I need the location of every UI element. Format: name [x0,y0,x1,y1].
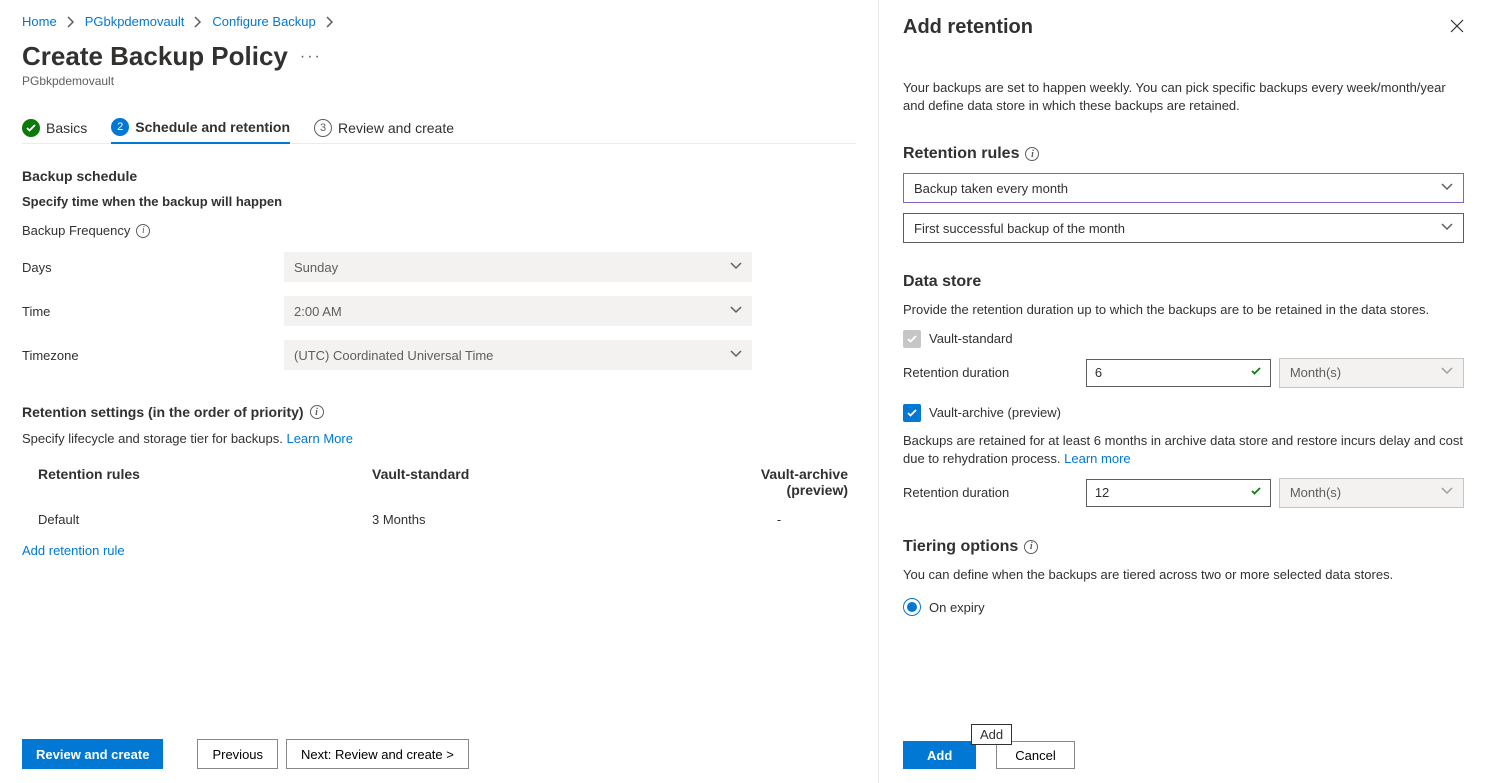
days-label: Days [22,260,284,275]
retention-duration-label: Retention duration [903,365,1078,380]
vault-archive-label: Vault-archive (preview) [929,405,1061,420]
page-title: Create Backup Policy [22,41,288,72]
wizard-steps: Basics 2 Schedule and retention 3 Review… [22,118,856,144]
tiering-options-heading: Tiering options i [903,538,1464,556]
duration-unit-standard-dropdown[interactable]: Month(s) [1279,358,1464,388]
days-dropdown[interactable]: Sunday [284,252,752,282]
retention-settings-heading: Retention settings (in the order of prio… [22,404,856,420]
step-number-icon: 2 [111,118,129,136]
retention-cell: - [702,512,856,527]
vault-standard-checkbox[interactable] [903,330,921,348]
on-expiry-radio[interactable]: On expiry [903,598,1464,616]
page-subtitle: PGbkpdemovault [22,74,856,88]
backup-schedule-heading: Backup schedule [22,168,856,184]
retention-rules-heading: Retention rules i [903,145,1464,163]
days-value: Sunday [294,260,338,275]
retention-duration-label: Retention duration [903,485,1078,500]
chevron-right-icon [192,16,204,28]
chevron-down-icon [1441,485,1453,500]
info-icon[interactable]: i [136,224,150,238]
breadcrumb-vault[interactable]: PGbkpdemovault [85,14,185,29]
footer-bar: Review and create Previous Next: Review … [0,727,878,783]
dropdown-value: Month(s) [1290,485,1341,500]
check-icon [1250,485,1262,500]
add-tooltip: Add [971,724,1012,745]
chevron-down-icon [730,348,742,363]
learn-more-link[interactable]: Learn More [286,431,352,446]
chevron-down-icon [1441,181,1453,196]
retention-settings-desc: Specify lifecycle and storage tier for b… [22,430,856,448]
data-store-desc: Provide the retention duration up to whi… [903,301,1464,319]
retention-duration-archive-input[interactable]: 12 [1086,479,1271,507]
vault-archive-checkbox[interactable] [903,404,921,422]
vault-standard-label: Vault-standard [929,331,1013,346]
time-value: 2:00 AM [294,304,342,319]
chevron-down-icon [1441,221,1453,236]
add-button[interactable]: Add [903,741,976,769]
panel-title: Add retention [903,16,1033,39]
tiering-options-desc: You can define when the backups are tier… [903,566,1464,584]
info-icon[interactable]: i [1024,540,1038,554]
data-store-heading: Data store [903,273,1464,291]
panel-footer: Add Add Cancel [903,733,1464,783]
retention-col-standard: Vault-standard [372,466,702,498]
step-label: Schedule and retention [135,119,290,135]
close-icon[interactable] [1450,17,1464,38]
add-retention-panel: Add retention Your backups are set to ha… [878,0,1488,783]
step-number-icon: 3 [314,119,332,137]
vault-archive-desc: Backups are retained for at least 6 mont… [903,432,1464,468]
retention-cell: 3 Months [372,512,702,527]
time-label: Time [22,304,284,319]
panel-description: Your backups are set to happen weekly. Y… [903,79,1464,115]
cancel-button[interactable]: Cancel [996,741,1074,769]
backup-frequency-label: Backup Frequency i [22,223,284,238]
timezone-dropdown[interactable]: (UTC) Coordinated Universal Time [284,340,752,370]
input-value: 12 [1095,485,1109,500]
backup-schedule-subheading: Specify time when the backup will happen [22,194,856,209]
add-retention-rule-link[interactable]: Add retention rule [22,543,125,558]
info-icon[interactable]: i [1025,147,1039,161]
breadcrumb: Home PGbkpdemovault Configure Backup [22,14,856,29]
input-value: 6 [1095,365,1102,380]
radio-icon [903,598,921,616]
retention-cell: Default [22,512,372,527]
more-actions-icon[interactable]: ··· [300,48,322,66]
retention-rule-criteria-dropdown[interactable]: First successful backup of the month [903,213,1464,243]
learn-more-link[interactable]: Learn more [1064,451,1130,466]
step-basics[interactable]: Basics [22,118,87,144]
step-label: Review and create [338,120,454,136]
retention-col-rules: Retention rules [22,466,372,498]
step-review[interactable]: 3 Review and create [314,118,454,144]
previous-button[interactable]: Previous [197,739,278,769]
duration-unit-archive-dropdown[interactable]: Month(s) [1279,478,1464,508]
info-icon[interactable]: i [310,405,324,419]
retention-table-row: Default 3 Months - [22,512,856,527]
timezone-value: (UTC) Coordinated Universal Time [294,348,493,363]
dropdown-value: First successful backup of the month [914,221,1125,236]
chevron-right-icon [65,16,77,28]
on-expiry-label: On expiry [929,600,985,615]
timezone-label: Timezone [22,348,284,363]
chevron-down-icon [1441,365,1453,380]
dropdown-value: Backup taken every month [914,181,1068,196]
retention-table-header: Retention rules Vault-standard Vault-arc… [22,466,856,498]
check-icon [22,119,40,137]
dropdown-value: Month(s) [1290,365,1341,380]
review-and-create-button[interactable]: Review and create [22,739,163,769]
chevron-right-icon [324,16,336,28]
check-icon [1250,365,1262,380]
retention-duration-standard-input[interactable]: 6 [1086,359,1271,387]
chevron-down-icon [730,304,742,319]
next-button[interactable]: Next: Review and create > [286,739,469,769]
retention-col-archive: Vault-archive (preview) [702,466,856,498]
retention-rule-type-dropdown[interactable]: Backup taken every month [903,173,1464,203]
chevron-down-icon [730,260,742,275]
breadcrumb-home[interactable]: Home [22,14,57,29]
time-dropdown[interactable]: 2:00 AM [284,296,752,326]
step-label: Basics [46,120,87,136]
step-schedule[interactable]: 2 Schedule and retention [111,118,290,144]
breadcrumb-configure[interactable]: Configure Backup [212,14,315,29]
